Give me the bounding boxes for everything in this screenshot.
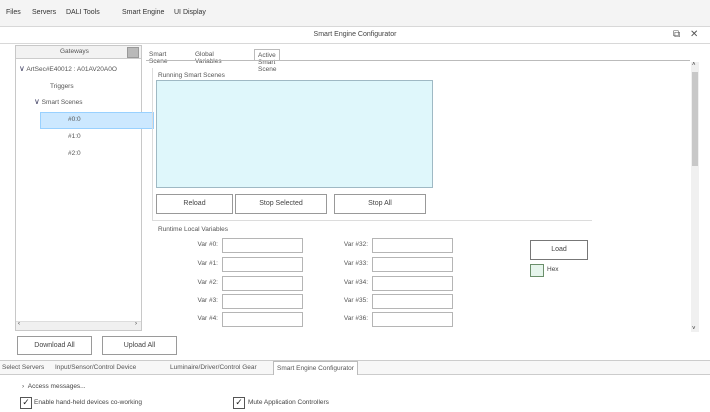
group-border	[152, 68, 153, 220]
var-label: Var #2:	[197, 279, 218, 286]
stop-selected-button[interactable]: Stop Selected	[235, 194, 327, 214]
upload-all-button[interactable]: Upload All	[102, 336, 177, 355]
menu-servers[interactable]: Servers	[32, 9, 56, 16]
gateways-title: Gateways	[60, 48, 89, 55]
enable-hand-held-checkbox[interactable]: ✓	[20, 397, 32, 409]
var-label: Var #32:	[343, 241, 368, 248]
tree-root-label: ArtSec#E40012 : A01AV20A0O	[26, 66, 117, 73]
access-messages-expander[interactable]: › Access messages...	[22, 383, 86, 390]
var-label: Var #35:	[343, 297, 368, 304]
running-scenes-list[interactable]	[156, 80, 433, 188]
chevron-down-icon[interactable]: ∨	[19, 64, 25, 73]
var-input[interactable]	[222, 257, 303, 272]
var-label: Var #4:	[197, 315, 218, 322]
tree-item-smart-scenes[interactable]: ∨ Smart Scenes	[34, 97, 83, 106]
load-button[interactable]: Load	[530, 240, 588, 260]
menu-dali-tools[interactable]: DALI Tools	[66, 9, 100, 16]
reload-button[interactable]: Reload	[156, 194, 233, 214]
scroll-down-icon[interactable]: ˅	[692, 326, 696, 332]
window-title: Smart Engine Configurator	[313, 31, 397, 38]
hex-label: Hex	[547, 266, 559, 273]
var-label: Var #33:	[343, 260, 368, 267]
stop-all-button[interactable]: Stop All	[334, 194, 426, 214]
scroll-left-icon[interactable]: ‹	[18, 321, 20, 327]
scroll-up-icon[interactable]: ˄	[692, 62, 696, 68]
gateways-menu-button[interactable]	[127, 47, 139, 58]
chevron-right-icon[interactable]: ›	[22, 383, 24, 390]
var-input[interactable]	[372, 276, 453, 291]
group-border	[152, 220, 592, 221]
tab-global-variables[interactable]: Global Variables	[192, 49, 225, 65]
tree-item-label: Smart Scenes	[41, 99, 83, 106]
var-label: Var #36:	[343, 315, 368, 322]
runtime-variables-label: Runtime Local Variables	[158, 226, 228, 233]
tab-smart-scene[interactable]: Smart Scene	[146, 49, 170, 65]
vertical-scrollbar[interactable]: ˄ ˅	[691, 62, 699, 332]
tab-input-sensor-control-device[interactable]: Input/Sensor/Control Device	[55, 364, 136, 371]
window-titlebar: Smart Engine Configurator ⧉ ✕	[0, 26, 710, 44]
menu-ui-display[interactable]: UI Display	[174, 9, 206, 16]
var-input[interactable]	[372, 238, 453, 253]
checkmark-icon: ✓	[22, 397, 30, 407]
menu-files[interactable]: Files	[6, 9, 21, 16]
var-input[interactable]	[372, 312, 453, 327]
scroll-thumb[interactable]	[692, 72, 698, 166]
access-messages-label: Access messages...	[27, 383, 86, 390]
mute-controllers-checkbox[interactable]: ✓	[233, 397, 245, 409]
horizontal-scrollbar[interactable]: ‹ ›	[16, 321, 141, 330]
download-all-button[interactable]: Download All	[17, 336, 92, 355]
var-input[interactable]	[372, 294, 453, 309]
tree-item-scene[interactable]: #2:0	[68, 150, 81, 157]
var-input[interactable]	[222, 238, 303, 253]
menu-smart-engine[interactable]: Smart Engine	[122, 9, 164, 16]
gateways-panel: Gateways ∨ ArtSec#E40012 : A01AV20A0O Tr…	[15, 45, 154, 331]
tree-root[interactable]: ∨ ArtSec#E40012 : A01AV20A0O	[19, 64, 117, 73]
var-label: Var #0:	[197, 241, 218, 248]
bottom-tabs: Select Servers Input/Sensor/Control Devi…	[0, 360, 710, 375]
menu-bar: Files Servers DALI Tools Smart Engine UI…	[0, 0, 710, 26]
tree-selection-highlight	[40, 112, 154, 129]
var-input[interactable]	[372, 257, 453, 272]
checkmark-icon: ✓	[235, 397, 243, 407]
tab-active-smart-scene[interactable]: Active Smart Scene	[254, 49, 281, 73]
var-label: Var #34:	[343, 279, 368, 286]
tab-luminaire-driver-control-gear[interactable]: Luminaire/Driver/Control Gear	[170, 364, 257, 371]
hex-checkbox[interactable]	[530, 264, 544, 277]
tab-smart-engine-configurator[interactable]: Smart Engine Configurator	[273, 361, 358, 375]
var-input[interactable]	[222, 276, 303, 291]
tab-select-servers[interactable]: Select Servers	[2, 364, 44, 371]
scroll-right-icon[interactable]: ›	[135, 321, 137, 327]
status-area: › Access messages... ✓ Enable hand-held …	[0, 375, 710, 412]
chevron-down-icon[interactable]: ∨	[34, 97, 40, 106]
var-input[interactable]	[222, 294, 303, 309]
close-icon[interactable]: ✕	[690, 29, 698, 40]
running-scenes-label: Running Smart Scenes	[158, 72, 225, 79]
restore-icon[interactable]: ⧉	[673, 29, 680, 40]
var-label: Var #1:	[197, 260, 218, 267]
tree-item-scene[interactable]: #0:0	[68, 116, 81, 123]
tree-item-scene[interactable]: #1:0	[68, 133, 81, 140]
tabs-divider	[146, 60, 690, 61]
var-input[interactable]	[222, 312, 303, 327]
tree-item-triggers[interactable]: Triggers	[50, 83, 74, 90]
var-label: Var #3:	[197, 297, 218, 304]
gateways-header: Gateways	[16, 46, 141, 59]
mute-controllers-label: Mute Application Controllers	[248, 399, 329, 406]
enable-hand-held-label: Enable hand-held devices co-working	[34, 399, 143, 406]
